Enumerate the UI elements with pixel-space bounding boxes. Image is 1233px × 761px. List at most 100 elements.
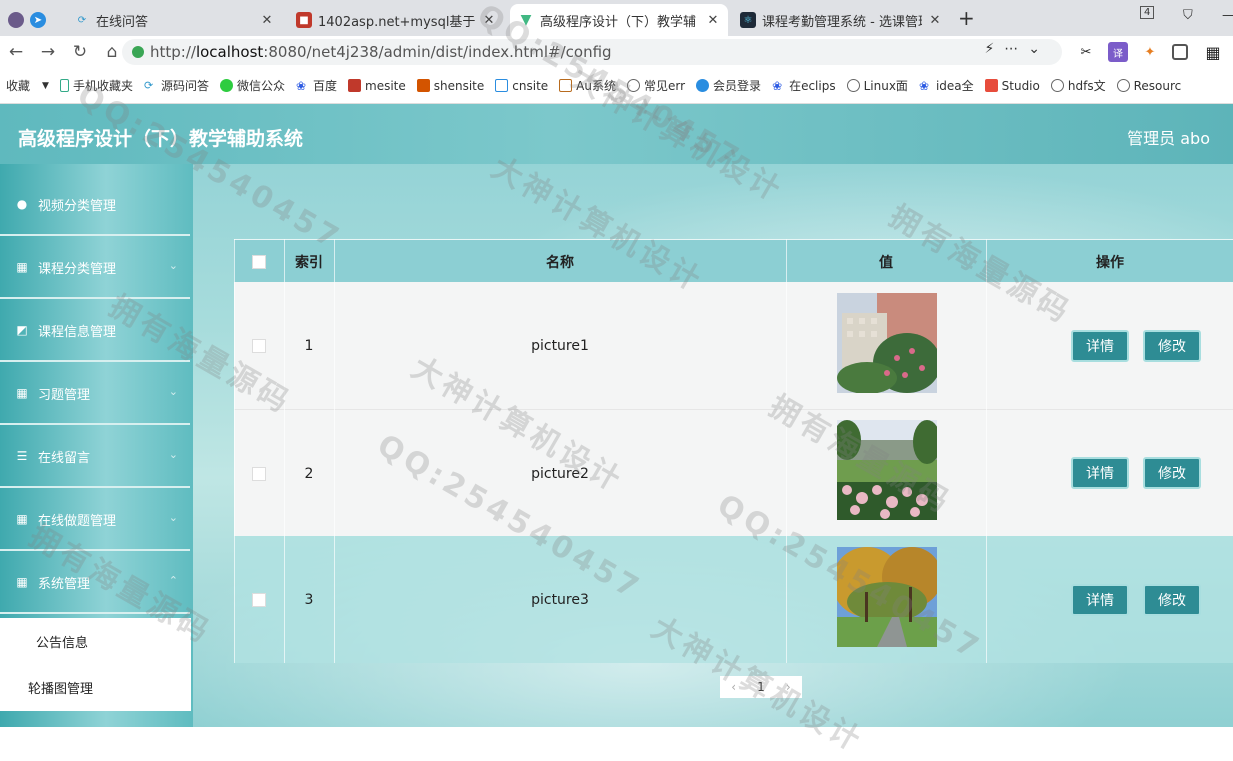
tab-count-badge[interactable]: 4	[1140, 6, 1155, 19]
reload-icon[interactable]: ↻	[64, 42, 96, 62]
row-index: 3	[304, 591, 314, 608]
user-icon: ●	[16, 197, 28, 211]
site-icon	[559, 79, 573, 92]
browser-tab[interactable]: ■1402asp.net+mysql基于MVC✕	[288, 4, 504, 36]
column-header-name[interactable]: 名称	[334, 240, 786, 283]
bookmark-label: 微信公众	[236, 79, 285, 93]
sidebar-item-label: 系统管理	[38, 576, 91, 592]
edit-button[interactable]: 修改	[1143, 584, 1201, 616]
detail-button[interactable]: 详情	[1071, 330, 1129, 362]
bookmark-label: Resourc	[1133, 78, 1182, 93]
minimize-icon[interactable]: —	[1222, 8, 1233, 23]
bookmark-label: Studio	[1001, 78, 1040, 93]
sidebar-item-video-category[interactable]: ● 视频分类管理	[0, 174, 190, 236]
chevron-down-icon: ⌄	[168, 448, 178, 461]
forward-icon[interactable]: →	[32, 42, 64, 62]
grid-icon: ▦	[16, 575, 28, 589]
bookmark-item[interactable]: ❀ 在eclips	[772, 77, 836, 94]
detail-button[interactable]: 详情	[1071, 584, 1129, 616]
sidebar-item-system[interactable]: ▦ 系统管理 ⌃	[0, 552, 190, 614]
row-checkbox[interactable]	[252, 466, 266, 481]
sidebar-item-exercises[interactable]: ▦ 习题管理 ⌄	[0, 363, 190, 425]
close-icon[interactable]: ✕	[706, 13, 720, 28]
grid-icon: ▦	[16, 260, 28, 274]
bookmark-item[interactable]: 会员登录	[696, 77, 761, 94]
select-all-checkbox[interactable]	[252, 254, 266, 269]
row-checkbox-cell[interactable]	[234, 410, 284, 537]
site-icon	[416, 79, 430, 92]
baidu-paw-icon: ❀	[772, 79, 783, 93]
current-user[interactable]: 管理员 abo	[1127, 125, 1210, 149]
browser-tab-active[interactable]: ▼ 高级程序设计（下）教学辅 ✕	[510, 4, 728, 36]
row-checkbox-cell[interactable]	[234, 282, 284, 409]
next-page-button[interactable]: ›	[775, 680, 802, 694]
column-header-value[interactable]: 值	[786, 240, 986, 283]
close-icon[interactable]: ✕	[482, 13, 496, 28]
bookmark-item[interactable]: hdfs文	[1050, 77, 1106, 94]
bookmark-item[interactable]: ⟳ 源码问答	[144, 77, 209, 94]
select-all-checkbox-cell[interactable]	[234, 240, 284, 283]
url-actions[interactable]: ⚡⋯⌄	[984, 41, 1050, 57]
bookmark-item[interactable]: 微信公众	[219, 77, 285, 94]
bookmark-item[interactable]: 常见err	[627, 77, 685, 94]
sidebar-item-label: 视频分类管理	[38, 198, 117, 214]
extension-icon[interactable]: 译	[1108, 42, 1128, 62]
sidebar-item-online-quiz[interactable]: ▦ 在线做题管理 ⌄	[0, 489, 190, 551]
sidebar-item-course-info[interactable]: ◩ 课程信息管理	[0, 300, 190, 362]
row-checkbox[interactable]	[252, 592, 266, 607]
baidu-paw-icon: ❀	[295, 79, 307, 93]
bookmark-item[interactable]: 手机收藏夹	[59, 77, 133, 94]
wallet-icon[interactable]	[1172, 44, 1188, 60]
bookmark-item[interactable]: 收藏 ▼	[6, 77, 49, 94]
shirt-icon[interactable]: ⛉	[1183, 8, 1193, 23]
apps-grid-icon[interactable]: ▦	[1203, 42, 1223, 62]
bookmark-item[interactable]: Studio	[984, 78, 1040, 93]
bookmark-label: mesite	[365, 78, 406, 93]
column-header-index[interactable]: 索引	[284, 240, 334, 283]
close-icon[interactable]: ✕	[260, 13, 274, 28]
bookmark-label: cnsite	[512, 78, 549, 93]
profile-avatar[interactable]: ➤	[0, 4, 60, 36]
sidebar-item-course-category[interactable]: ▦ 课程分类管理 ⌄	[0, 237, 190, 299]
app-title: 高级程序设计（下）教学辅助系统	[18, 128, 304, 150]
tab-title: 1402asp.net+mysql基于MVC	[318, 14, 476, 30]
page-number[interactable]: 1	[747, 680, 774, 694]
sidebar-item-label: 在线做题管理	[38, 513, 117, 529]
prev-page-button[interactable]: ‹	[720, 680, 747, 694]
address-toolbar: ← → ↻ ⌂ http://localhost:8080/net4j238/a…	[0, 36, 1233, 68]
sidebar-item-messages[interactable]: ☰ 在线留言 ⌄	[0, 426, 190, 488]
back-icon[interactable]: ←	[0, 42, 32, 62]
thumbnail-image-1	[837, 293, 937, 393]
bookmark-label: 在eclips	[789, 79, 836, 93]
bookmark-label: 收藏	[6, 79, 31, 93]
thumbnail-image-2	[837, 420, 937, 520]
bookmark-label: shensite	[433, 78, 485, 93]
bookmark-item[interactable]: Resourc	[1116, 78, 1182, 93]
row-checkbox-cell[interactable]	[234, 536, 284, 663]
chevron-down-icon: ⌄	[168, 385, 178, 398]
url-field[interactable]: http://localhost:8080/net4j238/admin/dis…	[122, 39, 1062, 65]
browser-tab[interactable]: ⟳ 在线问答 ✕	[66, 4, 282, 36]
new-tab-icon[interactable]: +	[958, 6, 975, 30]
game-icon[interactable]: ✦	[1140, 42, 1160, 62]
bookmark-item[interactable]: Linux面	[846, 77, 908, 94]
bookmark-item[interactable]: shensite	[416, 78, 485, 93]
browser-tab[interactable]: ⚛ 课程考勤管理系统 - 选课管理 ✕	[732, 4, 950, 36]
bookmark-item[interactable]: Au系统	[559, 77, 616, 94]
submenu-item-carousel[interactable]: 轮播图管理	[0, 664, 191, 710]
edit-button[interactable]: 修改	[1143, 330, 1201, 362]
bookmark-item[interactable]: mesite	[348, 79, 406, 93]
submenu-item-announcements[interactable]: 公告信息	[0, 618, 191, 664]
detail-button[interactable]: 详情	[1071, 457, 1129, 489]
phone-icon	[59, 79, 69, 92]
row-checkbox[interactable]	[252, 338, 266, 353]
scissors-icon[interactable]: ✂	[1076, 42, 1096, 62]
edit-button[interactable]: 修改	[1143, 457, 1201, 489]
table-header: 索引 名称 值 操作	[234, 239, 1233, 282]
bookmark-item[interactable]: ❀ idea全	[919, 77, 974, 94]
bookmark-item[interactable]: cnsite	[495, 79, 548, 93]
bookmark-item[interactable]: ❀ 百度	[296, 77, 337, 94]
close-icon[interactable]: ✕	[928, 13, 942, 28]
url-host: localhost	[195, 43, 264, 61]
row-index: 2	[304, 465, 314, 482]
